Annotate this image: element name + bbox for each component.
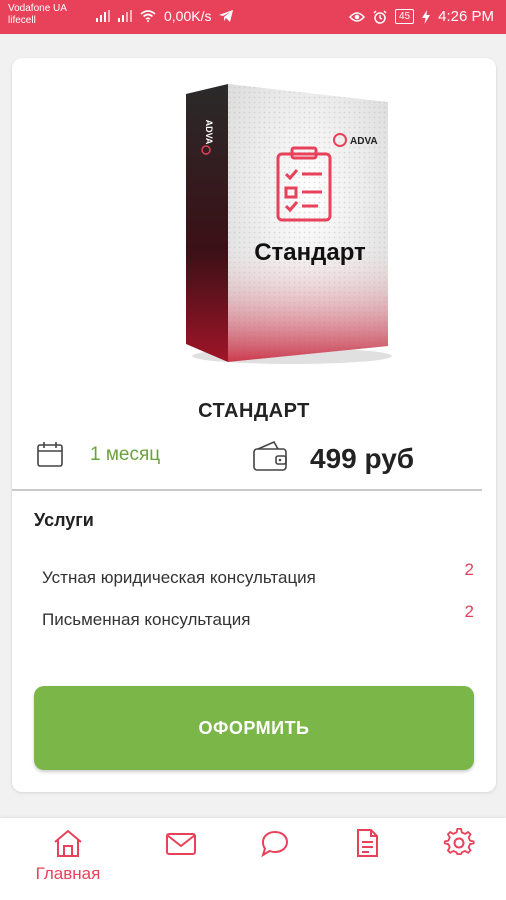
service-count: 2 (464, 602, 474, 621)
telegram-icon (219, 10, 234, 22)
box-brand: ADVA (350, 136, 378, 147)
charging-icon (422, 9, 431, 24)
plan-name: СТАНДАРТ (198, 400, 310, 422)
signal-icon (96, 10, 110, 22)
signal-icon (118, 10, 132, 22)
bottom-navigation: Главная (0, 818, 506, 900)
nav-label-home: Главная (35, 864, 101, 883)
wifi-icon (140, 10, 156, 22)
battery-icon: 45 (395, 9, 415, 24)
service-name: Письменная консультация (42, 610, 251, 629)
carrier-info: Vodafone UA lifecell (8, 3, 67, 27)
nav-item-documents[interactable] (322, 828, 412, 858)
status-bar: Vodafone UA lifecell 0,00K/s 45 4:26 PM (0, 0, 506, 34)
nav-item-home[interactable]: Главная (23, 828, 113, 884)
service-row: Письменная консультация 2 (42, 602, 474, 632)
chat-icon (261, 830, 289, 858)
wallet-icon (253, 440, 287, 471)
nav-item-settings[interactable] (414, 828, 504, 858)
plan-price: 499 руб (310, 443, 415, 474)
net-speed: 0,00K/s (164, 8, 212, 24)
divider (12, 489, 482, 491)
tariff-card: ADVA ADVA Стандарт СТАНДАРТ 1 месяц 499 … (12, 58, 496, 792)
order-button[interactable]: ОФОРМИТЬ (34, 686, 474, 770)
nav-item-mail[interactable] (136, 828, 226, 858)
product-box-image: ADVA ADVA Стандарт (182, 80, 394, 366)
mail-icon (166, 833, 196, 855)
calendar-icon (37, 442, 63, 467)
box-side-brand: ADVA (204, 120, 214, 145)
box-title: Стандарт (254, 239, 366, 266)
status-right-icons: 45 4:26 PM (349, 8, 494, 25)
service-name: Устная юридическая консультация (42, 568, 316, 587)
document-icon (357, 829, 378, 857)
carrier-name-1: Vodafone UA (8, 3, 67, 14)
clock: 4:26 PM (438, 8, 494, 25)
nav-item-chat[interactable] (230, 828, 320, 858)
status-left-icons: 0,00K/s (96, 8, 234, 24)
services-title: Услуги (34, 510, 94, 530)
home-icon (54, 829, 82, 857)
carrier-name-2: lifecell (8, 15, 36, 26)
service-row: Устная юридическая консультация 2 (42, 560, 474, 590)
eye-icon (349, 11, 365, 22)
service-count: 2 (464, 560, 474, 579)
settings-icon (443, 828, 475, 856)
subscription-duration: 1 месяц (90, 444, 161, 465)
alarm-icon (373, 10, 387, 24)
